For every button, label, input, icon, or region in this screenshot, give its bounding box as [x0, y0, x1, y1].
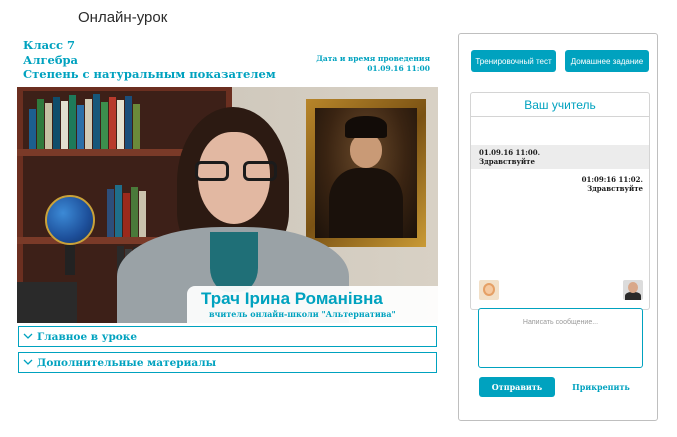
- lesson-topic: Степень с натуральным показателем: [23, 67, 276, 81]
- chat-message-outgoing: 01:09:16 11:02. Здравствуйте: [582, 175, 643, 193]
- wall-portrait: [306, 99, 426, 247]
- lesson-info: Класс 7 Алгебра Степень с натуральным по…: [23, 38, 276, 82]
- chevron-down-icon: [19, 333, 37, 340]
- video-caption: Трач Ірина Романівна вчитель онлайн-школ…: [187, 286, 438, 323]
- chevron-down-icon: [19, 359, 37, 366]
- globe-prop: [45, 195, 95, 245]
- teacher-name: Трач Ірина Романівна: [201, 289, 383, 308]
- lesson-date-label: Дата и время проведения: [316, 54, 430, 63]
- message-input[interactable]: [478, 308, 643, 368]
- lesson-grade: Класс 7: [23, 38, 76, 52]
- teacher-avatar: [623, 280, 643, 300]
- message-text: Здравствуйте: [479, 157, 535, 166]
- accordion-additional-materials[interactable]: Дополнительные материалы: [18, 352, 437, 373]
- chat-title: Ваш учитель: [471, 93, 649, 117]
- lesson-date-value: 01.09.16 11:00: [367, 64, 430, 73]
- teacher-chat: Ваш учитель 01.09.16 11:00. Здравствуйте…: [470, 92, 650, 310]
- training-test-button[interactable]: Тренировочный тест: [471, 50, 556, 72]
- lesson-subject: Алгебра: [23, 52, 79, 67]
- message-time: 01.09.16 11:00.: [479, 148, 541, 157]
- lesson-video[interactable]: Трач Ірина Романівна вчитель онлайн-школ…: [17, 87, 438, 323]
- teacher-role: вчитель онлайн-школи "Альтернатива": [209, 309, 396, 319]
- homework-button[interactable]: Домашнее задание: [565, 50, 649, 72]
- send-button[interactable]: Отправить: [479, 377, 555, 397]
- message-time: 01:09:16 11:02.: [581, 175, 643, 184]
- accordion-label: Главное в уроке: [37, 330, 138, 343]
- page-title: Онлайн-урок: [78, 9, 168, 26]
- chat-message-incoming: 01.09.16 11:00. Здравствуйте: [471, 145, 649, 169]
- student-avatar: [479, 280, 499, 300]
- attach-button[interactable]: Прикрепить: [571, 379, 631, 395]
- accordion-label: Дополнительные материалы: [37, 356, 217, 369]
- laptop-prop: [17, 282, 77, 323]
- lesson-date-block: Дата и время проведения 01.09.16 11:00: [316, 54, 430, 74]
- accordion-main-points[interactable]: Главное в уроке: [18, 326, 437, 347]
- message-text: Здравствуйте: [587, 184, 643, 193]
- side-panel: Тренировочный тест Домашнее задание Ваш …: [458, 33, 658, 421]
